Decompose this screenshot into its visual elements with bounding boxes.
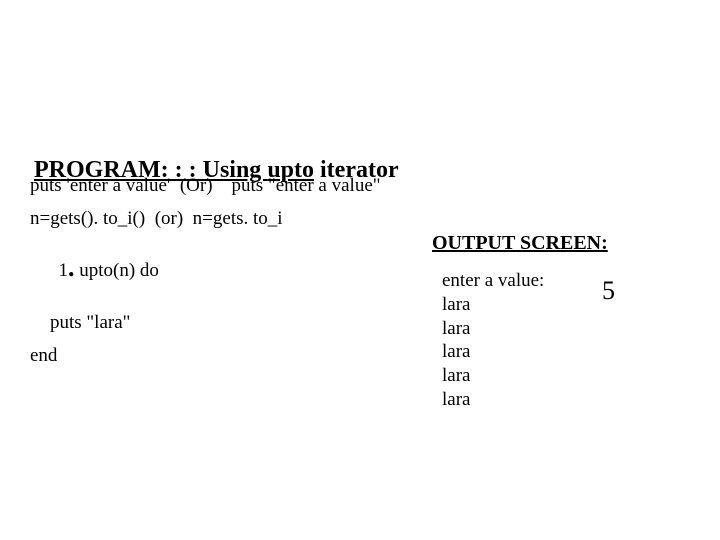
output-body: enter a value: 5 lara lara lara lara lar… (432, 269, 608, 412)
code-line-3: 1. upto(n) do (30, 242, 381, 299)
output-line: lara (442, 388, 608, 412)
code-line-1: puts 'enter a value' (Or) puts "enter a … (30, 176, 381, 195)
code-line-4: puts "lara" (30, 313, 381, 332)
output-line: lara (442, 340, 608, 364)
output-title: OUTPUT SCREEN: (432, 232, 608, 255)
output-line: lara (442, 364, 608, 388)
output-prompt: enter a value: (442, 269, 608, 293)
output-line: lara (442, 293, 608, 317)
output-line: lara (442, 317, 608, 341)
code-line-3-pre: 1 (59, 260, 69, 281)
output-block: OUTPUT SCREEN: enter a value: 5 lara lar… (432, 232, 608, 412)
code-line-3-post: upto(n) do (75, 260, 159, 281)
slide: PROGRAM: : : Using upto iterator puts 'e… (0, 0, 720, 540)
code-line-5: end (30, 346, 381, 365)
code-line-2: n=gets(). to_i() (or) n=gets. to_i (30, 209, 381, 228)
code-block: puts 'enter a value' (Or) puts "enter a … (30, 176, 381, 379)
output-input: 5 (602, 275, 615, 308)
